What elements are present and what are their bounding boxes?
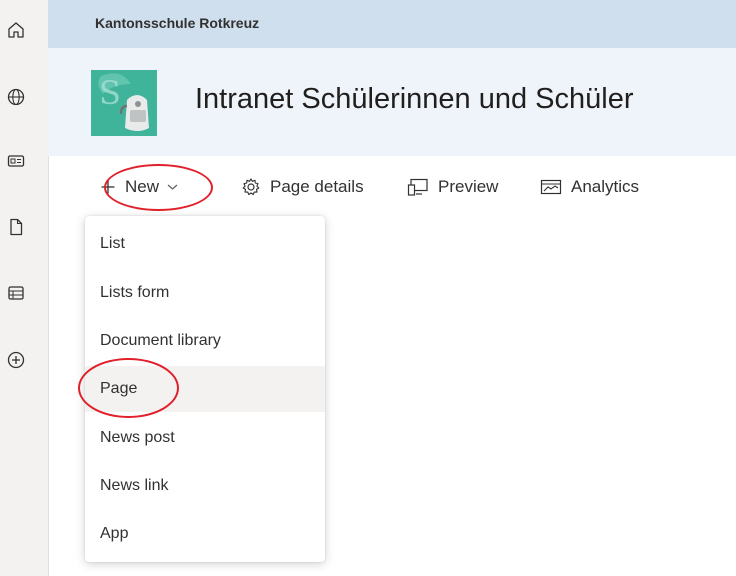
analytics-label: Analytics [571,177,640,196]
page-details-button[interactable]: Page details [241,175,364,199]
site-name[interactable]: Kantonsschule Rotkreuz [95,15,259,31]
chevron-down-icon [167,183,178,191]
preview-label: Preview [438,177,499,196]
home-icon[interactable] [6,20,26,40]
new-button[interactable]: New [100,175,178,199]
page-details-label: Page details [270,177,364,196]
preview-icon [407,177,429,197]
menu-item-list[interactable]: List [85,221,325,267]
menu-item-app[interactable]: App [85,511,325,557]
analytics-button[interactable]: Analytics [540,175,639,199]
site-logo[interactable]: S [91,70,157,136]
new-button-label: New [125,177,160,196]
app-rail [0,0,49,576]
plus-icon [100,179,116,195]
document-icon[interactable] [6,217,26,237]
news-card-icon[interactable] [6,151,26,171]
menu-item-news-post[interactable]: News post [85,415,325,461]
list-icon[interactable] [6,283,26,303]
menu-item-news-link[interactable]: News link [85,463,325,509]
command-bar: New Page details Preview Analytics [48,166,736,208]
analytics-icon [540,178,562,196]
svg-text:S: S [99,74,121,112]
menu-item-page[interactable]: Page [85,366,325,412]
add-circle-icon[interactable] [6,350,26,370]
preview-button[interactable]: Preview [407,175,498,199]
gear-icon [241,177,261,197]
globe-icon[interactable] [6,87,26,107]
site-header: S Intranet Schülerinnen und Schüler [48,48,736,156]
new-dropdown-menu: List Lists form Document library Page Ne… [85,216,325,562]
menu-item-lists-form[interactable]: Lists form [85,270,325,316]
site-top-bar: Kantonsschule Rotkreuz [48,0,736,48]
page-title: Intranet Schülerinnen und Schüler [195,83,634,115]
menu-item-document-library[interactable]: Document library [85,318,325,364]
